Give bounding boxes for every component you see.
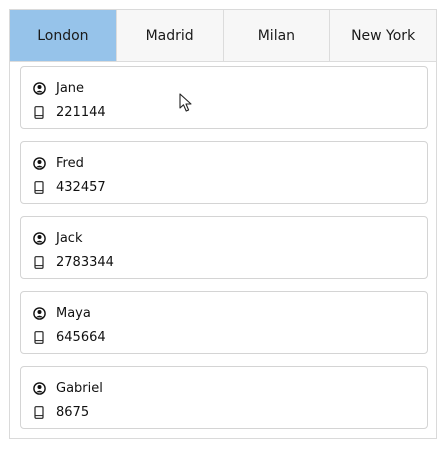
contact-card[interactable]: Fred 432457 [20,141,428,204]
person-icon [32,306,46,320]
contact-phone: 8675 [56,404,90,420]
tab-madrid[interactable]: Madrid [116,10,224,61]
contact-card[interactable]: Maya 645664 [20,291,428,354]
contact-name: Fred [56,155,84,171]
contact-phone: 645664 [56,329,106,345]
tabbed-contacts-panel: London Madrid Milan New York Jane 221144 [9,9,437,439]
phone-icon [32,180,46,194]
phone-icon [32,330,46,344]
contact-phone: 221144 [56,104,106,120]
contact-card[interactable]: Gabriel 8675 [20,366,428,429]
contact-name-row: Jane [32,79,84,97]
contact-name-row: Jack [32,229,82,247]
contact-name-row: Gabriel [32,379,103,397]
person-icon [32,381,46,395]
contact-name-row: Maya [32,304,91,322]
person-icon [32,231,46,245]
city-tab-bar: London Madrid Milan New York [10,10,436,62]
person-icon [32,156,46,170]
contact-phone-row: 221144 [32,103,106,121]
contact-phone-row: 645664 [32,328,106,346]
tab-milan[interactable]: Milan [223,10,331,61]
contact-phone-row: 8675 [32,403,89,421]
contact-phone-row: 2783344 [32,253,114,271]
contact-name: Gabriel [56,380,103,396]
tab-new-york[interactable]: New York [330,10,436,61]
phone-icon [32,105,46,119]
contact-phone-row: 432457 [32,178,106,196]
contact-phone: 432457 [56,179,106,195]
phone-icon [32,255,46,269]
contact-name: Jack [56,230,83,246]
contact-name-row: Fred [32,154,84,172]
contact-name: Maya [56,305,91,321]
person-icon [32,81,46,95]
contact-list: Jane 221144 Fred 432457 Jack 2783344 May… [20,66,428,441]
contact-name: Jane [56,80,85,96]
contact-phone: 2783344 [56,254,114,270]
tab-london[interactable]: London [10,10,117,61]
phone-icon [32,405,46,419]
contact-card[interactable]: Jack 2783344 [20,216,428,279]
contact-card[interactable]: Jane 221144 [20,66,428,129]
